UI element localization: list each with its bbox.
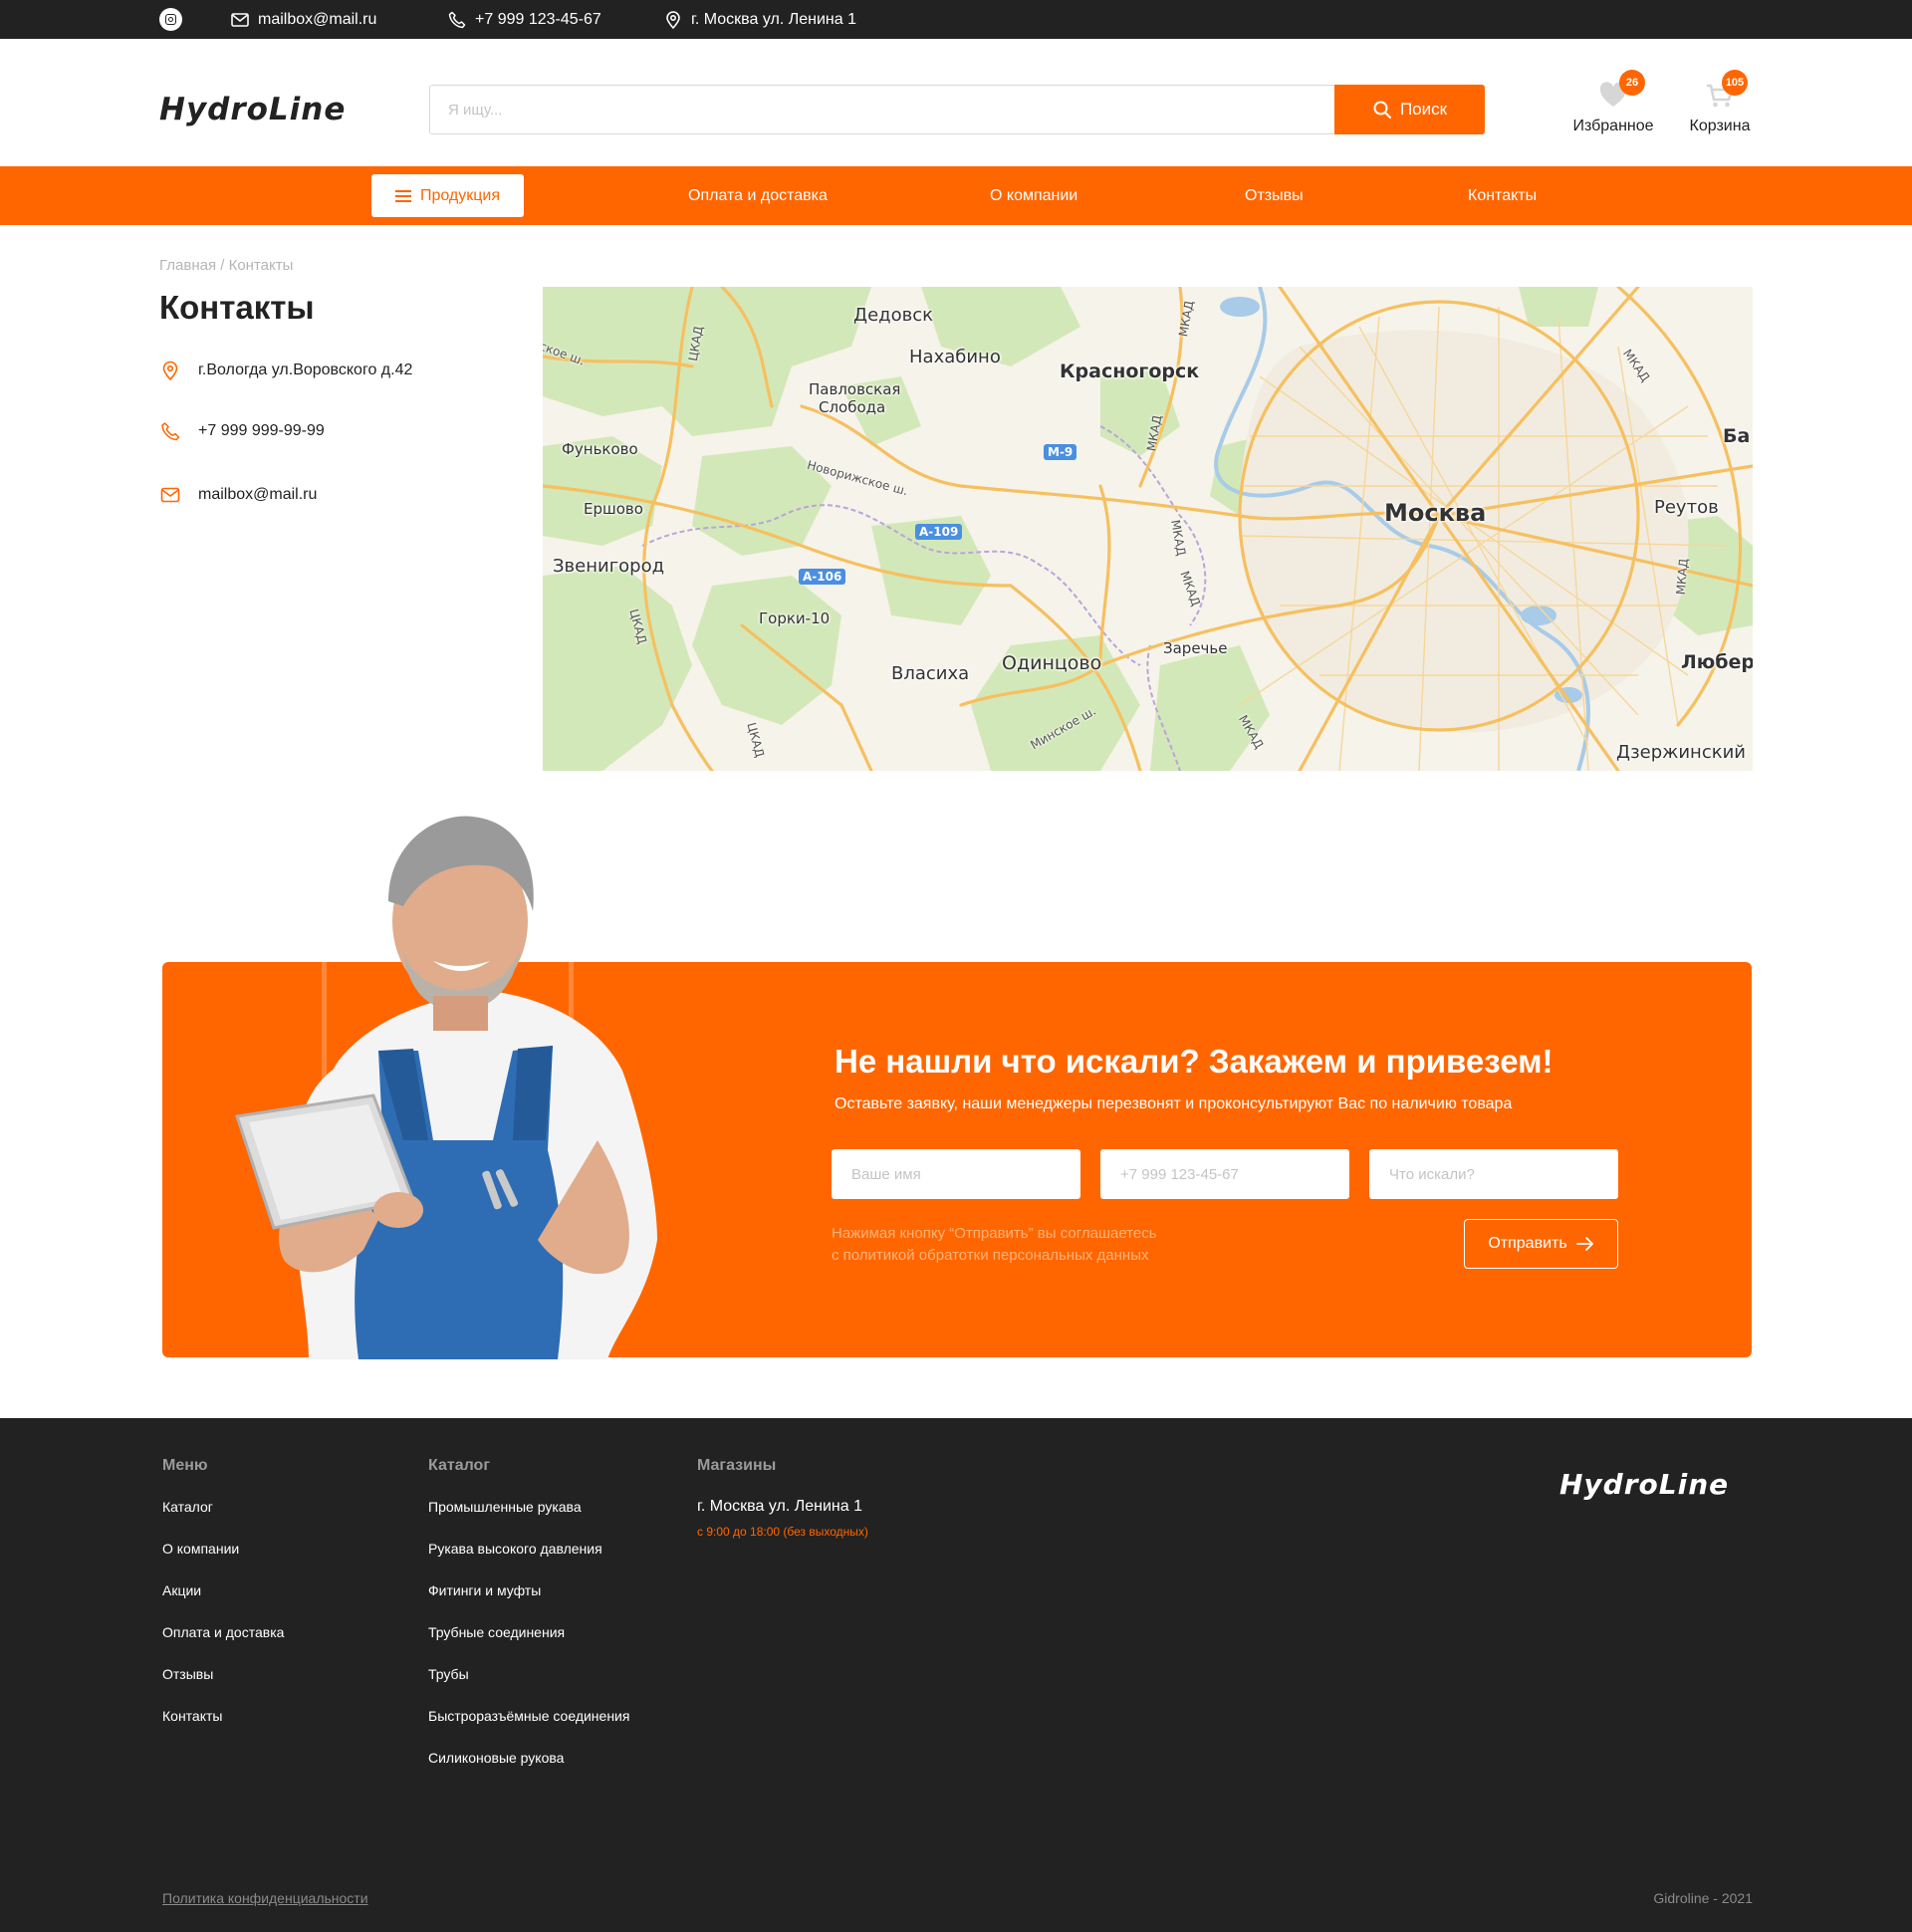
order-title: Не нашли что искали? Закажем и привезем!: [835, 1043, 1554, 1080]
map-label: Нахабино: [909, 347, 1001, 367]
map-label: Звенигород: [553, 556, 665, 577]
order-consent-note: Нажимая кнопку “Отправить” вы соглашаете…: [832, 1223, 1157, 1267]
footer-shop-address: г. Москва ул. Ленина 1: [697, 1498, 862, 1515]
footer-menu-link[interactable]: Оплата и доставка: [162, 1624, 284, 1640]
map-label: Любер: [1681, 651, 1753, 673]
contact-phone[interactable]: +7 999 999-99-99: [159, 420, 325, 442]
contact-address: г.Вологда ул.Воровского д.42: [159, 360, 412, 381]
burger-menu-icon: [394, 189, 411, 202]
order-consent-line: с политикой обратотки персональных данны…: [832, 1247, 1149, 1264]
contacts-map[interactable]: Дедовск Нахабино Красногорск Павловская …: [543, 287, 1753, 771]
search-bar: Поиск: [429, 85, 1485, 134]
main-nav: Продукция Оплата и доставка О компании О…: [0, 166, 1912, 225]
favorites-link[interactable]: 26 Избранное: [1563, 70, 1663, 137]
topbar-email[interactable]: mailbox@mail.ru: [230, 0, 376, 39]
footer-catalog-link[interactable]: Трубы: [428, 1666, 469, 1682]
page-title: Контакты: [159, 289, 315, 326]
order-subtitle: Оставьте заявку, наши менеджеры перезвон…: [835, 1095, 1513, 1112]
map-label: Ба: [1723, 425, 1751, 447]
map-label: Власиха: [891, 663, 970, 684]
privacy-policy-link[interactable]: Политика конфиденциальности: [162, 1890, 368, 1906]
map-label: Москва: [1384, 499, 1487, 527]
map-label: Дедовск: [853, 305, 933, 326]
highway-shield: А-106: [799, 569, 846, 585]
topbar-address-text: г. Москва ул. Ленина 1: [691, 10, 856, 28]
topbar-address: г. Москва ул. Ленина 1: [663, 0, 856, 39]
order-consent-line: Нажимая кнопку “Отправить” вы соглашаете…: [832, 1225, 1157, 1242]
order-name-input[interactable]: [832, 1149, 1080, 1199]
footer-shops-title: Магазины: [697, 1457, 777, 1474]
contact-address-text: г.Вологда ул.Воровского д.42: [198, 362, 413, 378]
footer-menu-title: Меню: [162, 1457, 208, 1474]
nav-link-contacts[interactable]: Контакты: [1468, 166, 1537, 225]
mail-icon: [160, 487, 180, 503]
footer-menu-link[interactable]: Отзывы: [162, 1666, 213, 1682]
site-logo[interactable]: HydroLine: [159, 92, 346, 127]
topbar-email-text: mailbox@mail.ru: [258, 10, 377, 28]
footer-shop-hours: с 9:00 до 18:00 (без выходных): [697, 1525, 868, 1539]
map-label: Горки-10: [759, 609, 831, 627]
map-label: Дзержинский: [1616, 742, 1746, 763]
location-pin-icon: [162, 361, 178, 381]
order-query-input[interactable]: [1369, 1149, 1618, 1199]
footer-catalog-link[interactable]: Промышленные рукава: [428, 1499, 582, 1515]
footer-menu-link[interactable]: О компании: [162, 1541, 239, 1557]
location-pin-icon: [666, 10, 680, 29]
nav-link-delivery[interactable]: Оплата и доставка: [688, 166, 828, 225]
instagram-icon[interactable]: [159, 8, 182, 31]
topbar-phone[interactable]: +7 999 123-45-67: [447, 0, 601, 39]
map-label: Заречье: [1163, 639, 1228, 657]
copyright: Gidroline - 2021: [1653, 1890, 1753, 1906]
phone-icon: [161, 422, 180, 441]
nav-link-reviews[interactable]: Отзывы: [1245, 166, 1304, 225]
order-phone-input[interactable]: [1100, 1149, 1349, 1199]
map-label: Реутов: [1654, 497, 1719, 518]
order-submit-label: Отправить: [1488, 1235, 1567, 1252]
map-background: [543, 287, 1753, 771]
products-menu-button[interactable]: Продукция: [371, 174, 524, 217]
footer-catalog-link[interactable]: Рукава высокого давления: [428, 1541, 602, 1557]
order-submit-button[interactable]: Отправить: [1464, 1219, 1618, 1269]
map-label: Павловская: [809, 380, 901, 398]
highway-shield: А-109: [915, 524, 963, 540]
map-label: Фуньково: [562, 440, 638, 458]
worker-with-tablet-image: [235, 816, 657, 1359]
footer-logo[interactable]: HydroLine: [1559, 1468, 1729, 1501]
footer-menu-link[interactable]: Акции: [162, 1582, 201, 1598]
top-bar: mailbox@mail.ru +7 999 123-45-67 г. Моск…: [0, 0, 1912, 39]
topbar-phone-text: +7 999 123-45-67: [475, 10, 601, 28]
phone-icon: [448, 11, 466, 28]
map-label: Слобода: [819, 398, 886, 416]
footer-catalog-link[interactable]: Фитинги и муфты: [428, 1582, 541, 1598]
footer-catalog-link[interactable]: Быстроразъёмные соединения: [428, 1708, 629, 1724]
map-label: Красногорск: [1060, 361, 1200, 382]
products-menu-label: Продукция: [419, 186, 501, 204]
favorites-label: Избранное: [1572, 118, 1654, 134]
mail-icon: [231, 12, 249, 27]
contact-email-text: mailbox@mail.ru: [198, 486, 318, 503]
map-label: Ершово: [584, 500, 643, 518]
footer-menu-link[interactable]: Контакты: [162, 1708, 222, 1724]
breadcrumb[interactable]: Главная / Контакты: [159, 257, 293, 274]
highway-shield: М-9: [1044, 444, 1077, 460]
search-icon: [1373, 101, 1391, 119]
footer-catalog-link[interactable]: Силиконовые рукова: [428, 1750, 564, 1766]
search-button[interactable]: Поиск: [1334, 85, 1485, 134]
footer-menu-link[interactable]: Каталог: [162, 1499, 213, 1515]
search-input[interactable]: [430, 86, 1334, 133]
cart-link[interactable]: 105 Корзина: [1670, 70, 1770, 137]
footer-catalog-link[interactable]: Трубные соединения: [428, 1624, 565, 1640]
contact-email[interactable]: mailbox@mail.ru: [159, 484, 317, 506]
contact-phone-text: +7 999 999-99-99: [198, 422, 325, 439]
cart-label: Корзина: [1689, 118, 1751, 134]
search-button-label: Поиск: [1399, 100, 1448, 119]
favorites-count-badge: 26: [1619, 70, 1645, 96]
map-label: Одинцово: [1002, 652, 1102, 674]
nav-link-about[interactable]: О компании: [990, 166, 1077, 225]
cart-count-badge: 105: [1722, 70, 1748, 96]
arrow-right-icon: [1575, 1237, 1593, 1251]
footer-catalog-title: Каталог: [428, 1457, 490, 1474]
